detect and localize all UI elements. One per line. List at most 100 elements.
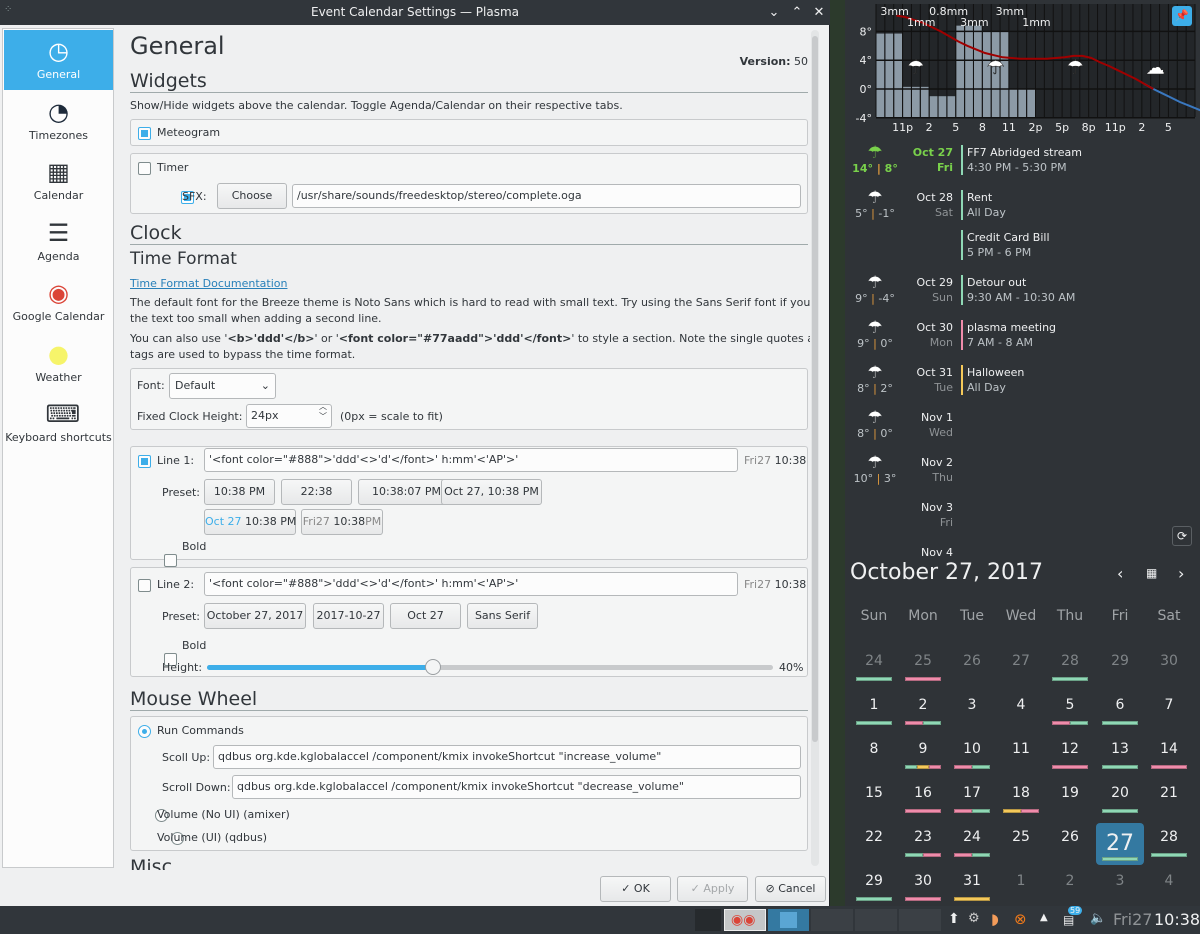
calendar-day[interactable]: 25 — [899, 650, 947, 690]
task[interactable] — [899, 909, 941, 931]
calendar-day[interactable]: 30 — [1145, 650, 1193, 690]
close-button[interactable]: ✕ — [808, 0, 830, 25]
calendar-day[interactable]: 20 — [1096, 782, 1144, 822]
calendar-day[interactable]: 17 — [948, 782, 996, 822]
notifications-icon[interactable]: ▤ — [1063, 913, 1074, 927]
calendar-day[interactable]: 10 — [948, 738, 996, 778]
run-commands-radio[interactable] — [138, 724, 151, 738]
preset-button[interactable]: Oct 27, 10:38 PM — [441, 479, 542, 505]
calendar-day[interactable]: 13 — [1096, 738, 1144, 778]
scroll-down-input[interactable]: qdbus org.kde.kglobalaccel /component/km… — [232, 775, 801, 799]
calendar-day[interactable]: 21 — [1145, 782, 1193, 822]
calendar-day[interactable]: 28 — [1046, 650, 1094, 690]
sidebar-item-general[interactable]: ◷ General — [4, 30, 113, 90]
fixed-height-spinbox[interactable]: 24px ︿ ﹀ — [246, 404, 332, 428]
calendar-day[interactable]: 2 — [1046, 870, 1094, 910]
task[interactable] — [811, 909, 853, 931]
calendar-day[interactable]: 12 — [1046, 738, 1094, 778]
preset-button[interactable]: 10:38 PM — [204, 479, 275, 505]
calendar-day[interactable]: 31 — [948, 870, 996, 910]
calendar-day[interactable]: 29 — [850, 870, 898, 910]
task-plasma-settings[interactable] — [768, 909, 809, 931]
xsplit-icon[interactable]: ⊗ — [1014, 910, 1027, 928]
calendar-day[interactable]: 3 — [1096, 870, 1144, 910]
calendar-day[interactable]: 26 — [1046, 826, 1094, 866]
calendar-day[interactable]: 24 — [850, 650, 898, 690]
calendar-day[interactable]: 29 — [1096, 650, 1144, 690]
spin-arrows-icon[interactable]: ︿ ﹀ — [319, 405, 327, 422]
calendar-day[interactable]: 9 — [899, 738, 947, 778]
calendar-day-today[interactable]: 27 — [1096, 823, 1144, 865]
tray-expand-icon[interactable]: ▲ — [1040, 912, 1048, 923]
scroll-up-input[interactable]: qdbus org.kde.kglobalaccel /component/km… — [213, 745, 801, 769]
scrollbar-handle[interactable] — [812, 36, 818, 742]
sidebar-item-agenda[interactable]: ☰ Agenda — [4, 212, 113, 272]
preset-button[interactable]: 2017-10-27 — [313, 603, 384, 629]
clock-day[interactable]: Fri27 — [1113, 910, 1152, 929]
calendar-day[interactable]: 19 — [1046, 782, 1094, 822]
calendar-day[interactable]: 1 — [997, 870, 1045, 910]
window-menu-icon[interactable]: ⁘ — [4, 4, 12, 15]
line1-checkbox[interactable] — [138, 454, 151, 468]
task[interactable] — [855, 909, 897, 931]
calendar-day[interactable]: 4 — [1145, 870, 1193, 910]
sidebar-item-keyboard-shortcuts[interactable]: ⌨ Keyboard shortcuts — [4, 393, 113, 453]
preset-button[interactable]: October 27, 2017 — [204, 603, 306, 629]
calendar-day[interactable]: 26 — [948, 650, 996, 690]
calendar-day[interactable]: 11 — [997, 738, 1045, 778]
calendar-day[interactable]: 24 — [948, 826, 996, 866]
maximize-button[interactable]: ⌃ — [786, 0, 808, 25]
pager[interactable] — [695, 909, 721, 931]
calendar-day[interactable]: 25 — [997, 826, 1045, 866]
volume-icon[interactable]: 🔈 — [1090, 911, 1106, 926]
calendar-day[interactable]: 15 — [850, 782, 898, 822]
cancel-button[interactable]: ⊘ Cancel — [755, 876, 826, 902]
timer-checkbox[interactable] — [138, 161, 151, 175]
task-chrome[interactable]: ◉◉ — [724, 909, 766, 931]
calendar-day[interactable]: 1 — [850, 694, 898, 734]
height-slider[interactable] — [207, 659, 773, 675]
calendar-day[interactable]: 30 — [899, 870, 947, 910]
ok-button[interactable]: ✓ OK — [600, 876, 671, 902]
calendar-day[interactable]: 5 — [1046, 694, 1094, 734]
minimize-button[interactable]: ⌄ — [763, 0, 785, 25]
clock-time[interactable]: 10:38 — [1154, 910, 1200, 929]
calendar-day[interactable]: 23 — [899, 826, 947, 866]
line1-format-input[interactable]: '<font color="#888">'ddd'<>'d'</font>' h… — [204, 448, 738, 472]
calendar-day[interactable]: 28 — [1145, 826, 1193, 866]
slider-handle[interactable] — [425, 659, 442, 675]
calendar-day[interactable]: 6 — [1096, 694, 1144, 734]
sidebar-item-calendar[interactable]: ▦ Calendar — [4, 151, 113, 211]
app-tray-icon[interactable]: ◗ — [991, 910, 999, 928]
steam-icon[interactable]: ⚙ — [968, 911, 980, 926]
preset-button[interactable]: 22:38 — [281, 479, 352, 505]
preset-button[interactable]: Fri27 10:38PM — [301, 509, 383, 535]
apply-button[interactable]: ✓ Apply — [677, 876, 748, 902]
sidebar-item-google-calendar[interactable]: ◉ Google Calendar — [4, 272, 113, 332]
sidebar-item-weather[interactable]: ● Weather — [4, 333, 113, 393]
calendar-day[interactable]: 2 — [899, 694, 947, 734]
calendar-day[interactable]: 14 — [1145, 738, 1193, 778]
line1-bold-checkbox[interactable] — [164, 554, 177, 567]
preset-button[interactable]: Oct 27 10:38 PM — [204, 509, 296, 535]
calendar-day[interactable]: 4 — [997, 694, 1045, 734]
calendar-day[interactable]: 27 — [997, 650, 1045, 690]
sidebar-item-timezones[interactable]: ◔ Timezones — [4, 91, 113, 151]
calendar-day[interactable]: 3 — [948, 694, 996, 734]
updates-icon[interactable]: ⬆ — [948, 911, 960, 927]
line2-checkbox[interactable] — [138, 578, 151, 592]
calendar-day[interactable]: 8 — [850, 738, 898, 778]
calendar-day[interactable]: 18 — [997, 782, 1045, 822]
preset-button[interactable]: Oct 27 — [390, 603, 461, 629]
time-format-doc-link[interactable]: Time Format Documentation — [130, 277, 287, 290]
event-marker — [954, 853, 972, 857]
sfx-path-input[interactable]: /usr/share/sounds/freedesktop/stereo/com… — [292, 184, 801, 208]
line2-format-input[interactable]: '<font color="#888">'ddd'<>'d'</font>' h… — [204, 572, 738, 596]
calendar-day[interactable]: 7 — [1145, 694, 1193, 734]
meteogram-checkbox[interactable] — [138, 126, 151, 140]
calendar-day[interactable]: 22 — [850, 826, 898, 866]
font-select[interactable]: Default ⌄ — [169, 373, 276, 399]
calendar-day[interactable]: 16 — [899, 782, 947, 822]
preset-button[interactable]: Sans Serif — [467, 603, 538, 629]
choose-sound-button[interactable]: Choose — [217, 183, 287, 209]
